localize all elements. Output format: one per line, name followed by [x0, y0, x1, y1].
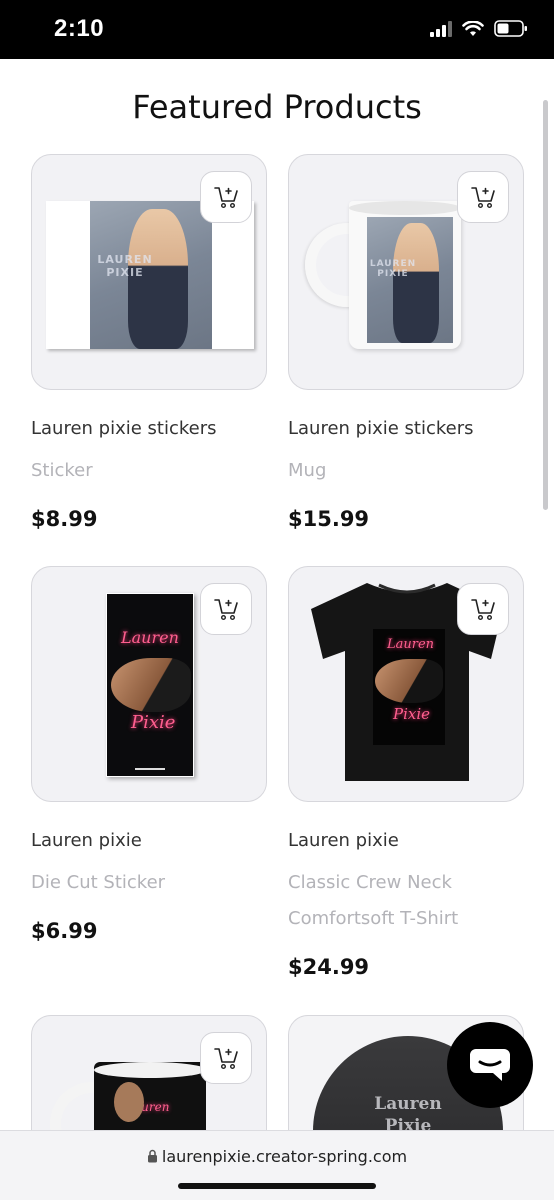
- page-title: Featured Products: [132, 88, 422, 126]
- chat-button[interactable]: [447, 1022, 533, 1108]
- add-to-cart-icon: [214, 187, 238, 209]
- sticker-mockup: LAUREN PIXIE: [46, 201, 254, 349]
- product-photo: LAUREN PIXIE: [90, 201, 212, 349]
- scroll-indicator[interactable]: [543, 100, 548, 510]
- product-image[interactable]: Lauren Pixie: [288, 566, 524, 802]
- product-name[interactable]: Lauren pixie: [31, 830, 267, 851]
- add-to-cart-icon: [214, 1048, 238, 1070]
- cellular-signal-icon: [430, 20, 452, 37]
- add-to-cart-button[interactable]: [457, 171, 509, 223]
- url-display[interactable]: laurenpixie.creator-spring.com: [0, 1147, 554, 1166]
- battery-icon: [494, 20, 527, 37]
- url-text: laurenpixie.creator-spring.com: [161, 1147, 408, 1166]
- product-card[interactable]: LAUREN PIXIE Lauren pixie stickers Mug $…: [288, 154, 524, 531]
- product-type: Die Cut Sticker: [31, 872, 166, 893]
- add-to-cart-button[interactable]: [457, 583, 509, 635]
- add-to-cart-icon: [471, 187, 495, 209]
- product-type: Mug: [288, 460, 327, 481]
- product-name[interactable]: Lauren pixie: [288, 830, 524, 851]
- product-card[interactable]: LAUREN PIXIE Lauren pixie stickers Stick…: [31, 154, 267, 531]
- wifi-icon: [462, 20, 484, 36]
- product-card[interactable]: Lauren Pixie Lauren pixie Classic Crew N…: [288, 566, 524, 979]
- product-price: $6.99: [31, 919, 98, 943]
- product-image[interactable]: LAUREN PIXIE: [31, 154, 267, 390]
- add-to-cart-icon: [471, 599, 495, 621]
- status-bar: 2:10: [0, 0, 554, 59]
- product-type: Sticker: [31, 460, 93, 481]
- product-image[interactable]: LAUREN PIXIE: [288, 154, 524, 390]
- product-price: $8.99: [31, 507, 98, 531]
- product-photo: Lauren Pixie: [373, 629, 445, 745]
- lock-icon: [147, 1149, 157, 1163]
- mug-handle: [305, 223, 355, 307]
- mug-mockup: LAUREN PIXIE: [349, 201, 461, 349]
- product-card[interactable]: Lauren Pixie Lauren pixie Die Cut Sticke…: [31, 566, 267, 943]
- product-price: $15.99: [288, 507, 370, 531]
- add-to-cart-icon: [214, 599, 238, 621]
- add-to-cart-button[interactable]: [200, 583, 252, 635]
- product-image[interactable]: Lauren Pixie: [31, 566, 267, 802]
- product-photo: Lauren Pixie: [106, 593, 194, 777]
- product-type: Classic Crew Neck Comfortsoft T-Shirt: [288, 872, 459, 929]
- product-price: $24.99: [288, 955, 370, 979]
- product-name[interactable]: Lauren pixie stickers: [31, 418, 267, 439]
- add-to-cart-button[interactable]: [200, 1032, 252, 1084]
- chat-icon: [470, 1049, 510, 1081]
- home-indicator[interactable]: [178, 1183, 376, 1189]
- product-photo: LAUREN PIXIE: [367, 217, 453, 343]
- browser-address-bar[interactable]: laurenpixie.creator-spring.com: [0, 1130, 554, 1200]
- status-icons: [430, 20, 528, 37]
- add-to-cart-button[interactable]: [200, 171, 252, 223]
- status-time: 2:10: [54, 15, 105, 42]
- product-name[interactable]: Lauren pixie stickers: [288, 418, 524, 439]
